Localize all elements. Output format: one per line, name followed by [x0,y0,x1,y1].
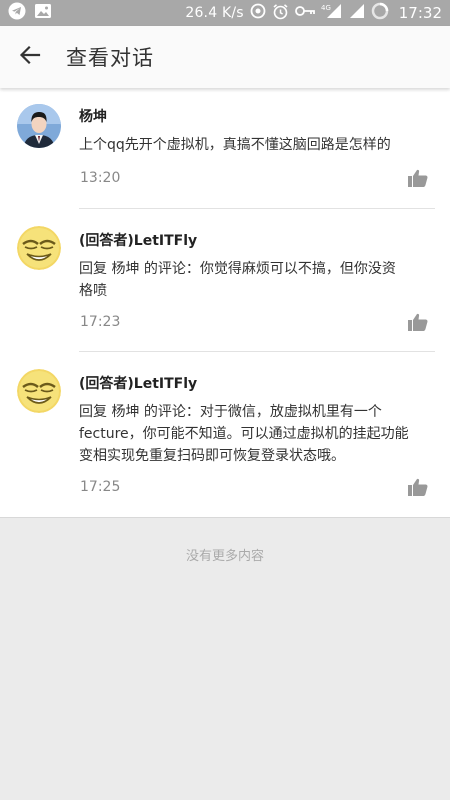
arrow-back-icon [19,45,41,69]
comment-time: 13:20 [80,170,121,186]
thumb-up-icon [408,313,428,335]
signal-4g-icon: 4G [321,3,343,23]
battery-icon [371,2,389,24]
thumb-up-icon [408,478,428,500]
comment-text: 回复 杨坤 的评论：对于微信，放虚拟机里有一个fecture，你可能不知道。可以… [79,404,409,464]
like-button[interactable] [408,478,430,498]
divider [79,351,435,352]
telegram-icon [8,2,26,24]
divider [79,208,435,209]
app-bar: 查看对话 [0,26,450,88]
back-button[interactable] [0,26,60,88]
data-saver-icon [250,3,266,23]
comment-text: 上个qq先开个虚拟机，真搞不懂这脑回路是怎样的 [79,137,391,153]
comment-author[interactable]: (回答者)LetITFly [79,373,197,393]
no-more-content-label: 没有更多内容 [185,549,264,564]
vpn-key-icon [294,5,315,21]
network-speed: 26.4 K/s [185,5,244,21]
comment-time: 17:23 [80,314,121,330]
comment-author[interactable]: (回答者)LetITFly [79,230,197,250]
like-button[interactable] [408,313,430,333]
comment-author[interactable]: 杨坤 [79,106,107,126]
status-bar: 26.4 K/s 4G 17:32 [0,0,450,26]
conversation-list: 杨坤 上个qq先开个虚拟机，真搞不懂这脑回路是怎样的 13:20 (回答者)Le… [0,88,450,518]
clock: 17:32 [398,4,442,22]
comment-time: 17:25 [80,479,121,495]
like-button[interactable] [408,169,430,189]
avatar[interactable] [17,226,61,270]
avatar[interactable] [17,104,61,148]
signal-icon [349,3,365,23]
svg-text:4G: 4G [321,4,331,12]
image-icon [34,3,52,23]
alarm-icon [272,3,289,24]
page-title: 查看对话 [66,46,154,70]
comment-text: 回复 杨坤 的评论：你觉得麻烦可以不搞，但你没资格喷 [79,261,396,299]
avatar[interactable] [17,369,61,413]
thumb-up-icon [408,169,428,191]
